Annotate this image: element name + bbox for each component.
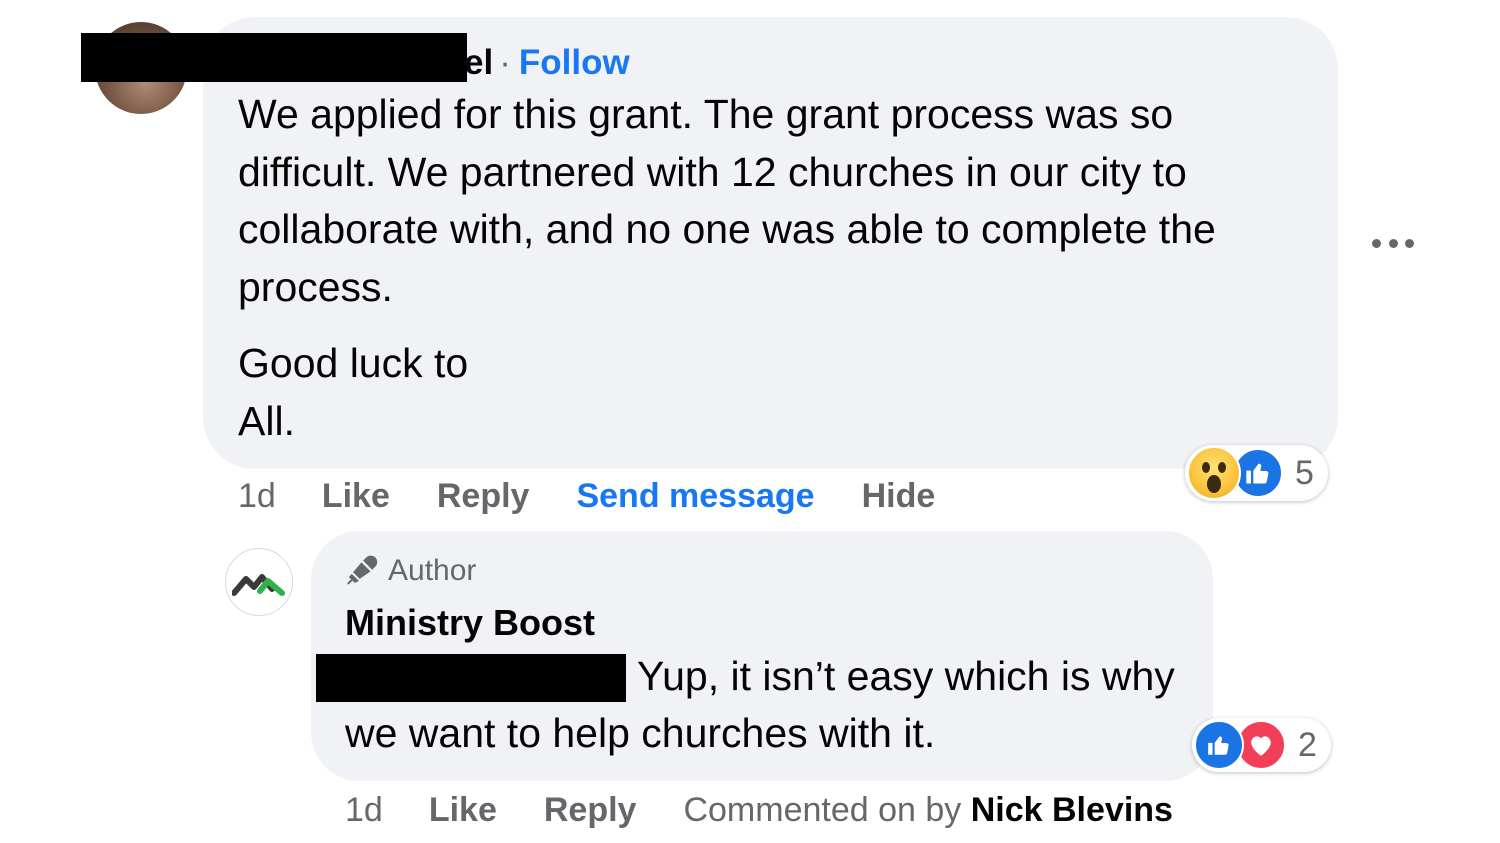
comment-author-name[interactable]: el (464, 43, 493, 82)
commented-by-name[interactable]: Nick Blevins (971, 791, 1173, 829)
comment-timestamp[interactable]: 1d (238, 474, 276, 518)
reply-button[interactable]: Reply (437, 474, 530, 518)
redacted-mention-bar (316, 654, 626, 702)
comment-body: We applied for this grant. The grant pro… (238, 86, 1318, 450)
wow-emoji-icon (1187, 446, 1241, 500)
microphone-icon (347, 555, 378, 585)
author-badge: Author (344, 552, 476, 590)
comment-paragraph: We applied for this grant. The grant pro… (238, 91, 1216, 310)
more-options-icon[interactable] (1372, 228, 1414, 258)
separator-dot: · (499, 43, 511, 82)
reply-author-name[interactable]: Ministry Boost (345, 601, 595, 645)
reaction-count: 2 (1298, 725, 1317, 764)
commented-prefix: Commented on by (683, 791, 962, 829)
like-button[interactable]: Like (429, 788, 497, 832)
follow-button[interactable]: Follow (519, 43, 630, 82)
ministry-boost-avatar[interactable] (225, 548, 293, 616)
like-button[interactable]: Like (322, 474, 390, 518)
author-badge-label: Author (388, 554, 477, 587)
commented-on-by-label: Commented on by Nick Blevins (683, 788, 1172, 832)
like-emoji-icon (1194, 720, 1244, 770)
comment-actions: 1d Like Reply Send message Hide (238, 474, 935, 518)
reply-button[interactable]: Reply (544, 788, 637, 832)
reply-reactions[interactable]: 2 (1192, 718, 1331, 772)
reply-actions: 1d Like Reply Commented on by Nick Blevi… (345, 788, 1173, 832)
reply-timestamp[interactable]: 1d (345, 788, 383, 832)
ministry-boost-logo-icon (232, 574, 285, 596)
hide-button[interactable]: Hide (862, 474, 936, 518)
comment-reactions[interactable]: 5 (1185, 445, 1328, 501)
comment-author-line: el · Follow (238, 42, 630, 84)
send-message-button[interactable]: Send message (576, 474, 814, 518)
reaction-count: 5 (1295, 453, 1314, 492)
comment-paragraph: Good luck to All. (238, 340, 469, 444)
